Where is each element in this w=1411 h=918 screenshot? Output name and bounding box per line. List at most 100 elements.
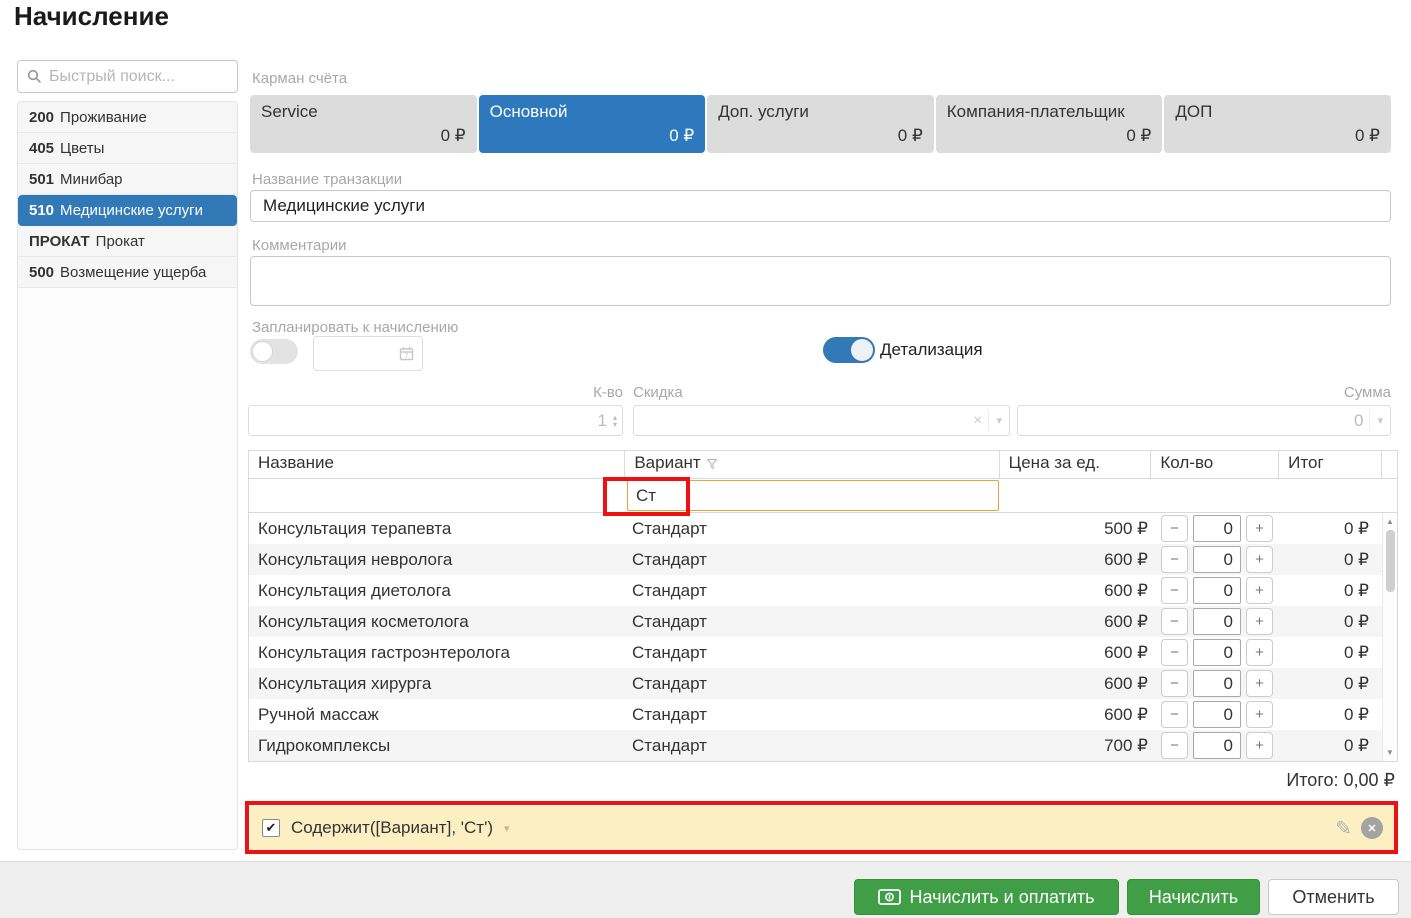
service-price: 500 ₽ <box>1104 518 1148 538</box>
service-price: 600 ₽ <box>1104 673 1148 693</box>
cancel-button[interactable]: Отменить <box>1268 879 1399 915</box>
service-variant: Стандарт <box>632 704 707 724</box>
qty-plus-button[interactable]: + <box>1246 701 1273 728</box>
service-name: Консультация косметолога <box>258 611 469 631</box>
qty-plus-button[interactable]: + <box>1246 546 1273 573</box>
qty-stepper[interactable]: 1 ▴ ▾ <box>248 405 623 436</box>
details-toggle[interactable] <box>823 337 875 363</box>
service-name: Консультация гастроэнтеролога <box>258 642 511 662</box>
qty-minus-button[interactable]: − <box>1161 546 1188 573</box>
qty-input[interactable] <box>1193 732 1241 759</box>
check-icon: ✔ <box>265 820 277 835</box>
qty-minus-button[interactable]: − <box>1161 608 1188 635</box>
qty-minus-button[interactable]: − <box>1161 515 1188 542</box>
quick-search[interactable] <box>17 60 238 93</box>
table-row[interactable]: Консультация невролога Стандарт 600 ₽ − … <box>249 544 1397 575</box>
service-variant: Стандарт <box>632 735 707 755</box>
service-name: Ручной массаж <box>258 704 379 724</box>
column-header-price[interactable]: Цена за ед. <box>1000 451 1152 478</box>
spinner-arrows-icon[interactable]: ▴ ▾ <box>613 413 622 428</box>
qty-input[interactable] <box>1193 577 1241 604</box>
service-name: Консультация хирурга <box>258 673 432 693</box>
filter-checkbox[interactable]: ✔ <box>262 819 280 837</box>
transaction-name-input[interactable] <box>250 190 1391 222</box>
sidebar-item-category[interactable]: 510 Медицинские услуги <box>18 195 237 226</box>
qty-minus-button[interactable]: − <box>1161 701 1188 728</box>
qty-input[interactable] <box>1193 701 1241 728</box>
pocket-tab[interactable]: ДОП 0 ₽ <box>1164 95 1391 153</box>
pocket-tab[interactable]: Компания-плательщик 0 ₽ <box>935 95 1163 153</box>
scrollbar-thumb[interactable] <box>1385 530 1395 592</box>
schedule-date-input[interactable]: 7 <box>313 336 423 371</box>
discount-input[interactable]: × ▾ <box>633 405 1010 436</box>
category-code: 200 <box>29 108 55 126</box>
comments-textarea[interactable] <box>250 256 1391 306</box>
table-row[interactable]: Консультация хирурга Стандарт 600 ₽ − + … <box>249 668 1397 699</box>
qty-input[interactable] <box>1193 670 1241 697</box>
table-scrollbar[interactable]: ▲ ▼ <box>1382 513 1397 761</box>
charge-button[interactable]: Начислить <box>1127 879 1260 915</box>
remove-filter-icon[interactable]: ✕ <box>1361 817 1383 839</box>
category-label: Цветы <box>60 139 105 157</box>
search-input[interactable] <box>49 67 228 86</box>
table-body: Консультация терапевта Стандарт 500 ₽ − … <box>249 513 1397 761</box>
sum-input[interactable]: 0 ▾ <box>1017 405 1391 436</box>
clear-icon[interactable]: × <box>967 412 988 430</box>
edit-filter-icon[interactable]: ✎ <box>1335 816 1352 841</box>
pocket-tab[interactable]: Основной 0 ₽ <box>478 95 706 153</box>
table-row[interactable]: Консультация косметолога Стандарт 600 ₽ … <box>249 606 1397 637</box>
qty-input[interactable] <box>1193 639 1241 666</box>
qty-input[interactable] <box>1193 608 1241 635</box>
qty-plus-button[interactable]: + <box>1246 639 1273 666</box>
schedule-toggle[interactable] <box>250 339 298 364</box>
row-total: 0 ₽ <box>1344 642 1369 662</box>
scroll-up-icon[interactable]: ▲ <box>1386 513 1394 530</box>
qty-plus-button[interactable]: + <box>1246 670 1273 697</box>
sidebar-item-category[interactable]: 501 Минибар <box>18 164 237 195</box>
qty-input[interactable] <box>1193 546 1241 573</box>
table-row[interactable]: Гидрокомплексы Стандарт 700 ₽ − + 0 ₽ <box>249 730 1397 761</box>
sidebar-item-category[interactable]: ПРОКАТ Прокат <box>18 226 237 257</box>
toggle-knob <box>252 341 273 362</box>
pocket-tab-amount: 0 ₽ <box>1354 126 1380 145</box>
table-row[interactable]: Консультация диетолога Стандарт 600 ₽ − … <box>249 575 1397 606</box>
sum-label: Сумма <box>1343 384 1391 401</box>
qty-input[interactable] <box>1193 515 1241 542</box>
pocket-tab[interactable]: Service 0 ₽ <box>250 95 477 153</box>
discount-label: Скидка <box>633 384 683 401</box>
sidebar-item-category[interactable]: 200 Проживание <box>18 102 237 133</box>
service-price: 600 ₽ <box>1104 704 1148 724</box>
qty-minus-button[interactable]: − <box>1161 732 1188 759</box>
chevron-down-icon[interactable]: ▾ <box>989 414 1009 427</box>
qty-minus-button[interactable]: − <box>1161 670 1188 697</box>
scroll-down-icon[interactable]: ▼ <box>1386 744 1394 761</box>
variant-filter-input[interactable] <box>627 480 999 511</box>
details-label: Детализация <box>880 340 983 359</box>
qty-plus-button[interactable]: + <box>1246 577 1273 604</box>
table-rows: Консультация терапевта Стандарт 500 ₽ − … <box>249 513 1397 761</box>
qty-minus-button[interactable]: − <box>1161 639 1188 666</box>
column-header-total[interactable]: Итог <box>1279 451 1382 478</box>
column-header-name[interactable]: Название <box>249 451 626 478</box>
table-row[interactable]: Ручной массаж Стандарт 600 ₽ − + 0 ₽ <box>249 699 1397 730</box>
column-header-qty[interactable]: Кол-во <box>1151 451 1280 478</box>
table-row[interactable]: Консультация гастроэнтеролога Стандарт 6… <box>249 637 1397 668</box>
sidebar-item-category[interactable]: 405 Цветы <box>18 133 237 164</box>
svg-text:7: 7 <box>405 353 409 360</box>
table-row[interactable]: Консультация терапевта Стандарт 500 ₽ − … <box>249 513 1397 544</box>
filter-expression[interactable]: Содержит([Вариант], 'Ст') <box>291 818 493 838</box>
qty-minus-button[interactable]: − <box>1161 577 1188 604</box>
service-variant: Стандарт <box>632 518 707 538</box>
sidebar-item-category[interactable]: 500 Возмещение ущерба <box>18 257 237 288</box>
pocket-tab[interactable]: Доп. услуги 0 ₽ <box>707 95 934 153</box>
qty-plus-button[interactable]: + <box>1246 732 1273 759</box>
pocket-tab-name: Доп. услуги <box>718 102 809 121</box>
service-price: 600 ₽ <box>1104 580 1148 600</box>
charge-and-pay-button[interactable]: Начислить и оплатить <box>854 879 1119 915</box>
column-header-variant[interactable]: Вариант <box>625 451 1000 478</box>
qty-plus-button[interactable]: + <box>1246 515 1273 542</box>
chevron-down-icon[interactable]: ▾ <box>1370 414 1390 427</box>
category-code: 510 <box>29 201 55 219</box>
chevron-down-icon[interactable]: ▾ <box>504 822 510 835</box>
qty-plus-button[interactable]: + <box>1246 608 1273 635</box>
